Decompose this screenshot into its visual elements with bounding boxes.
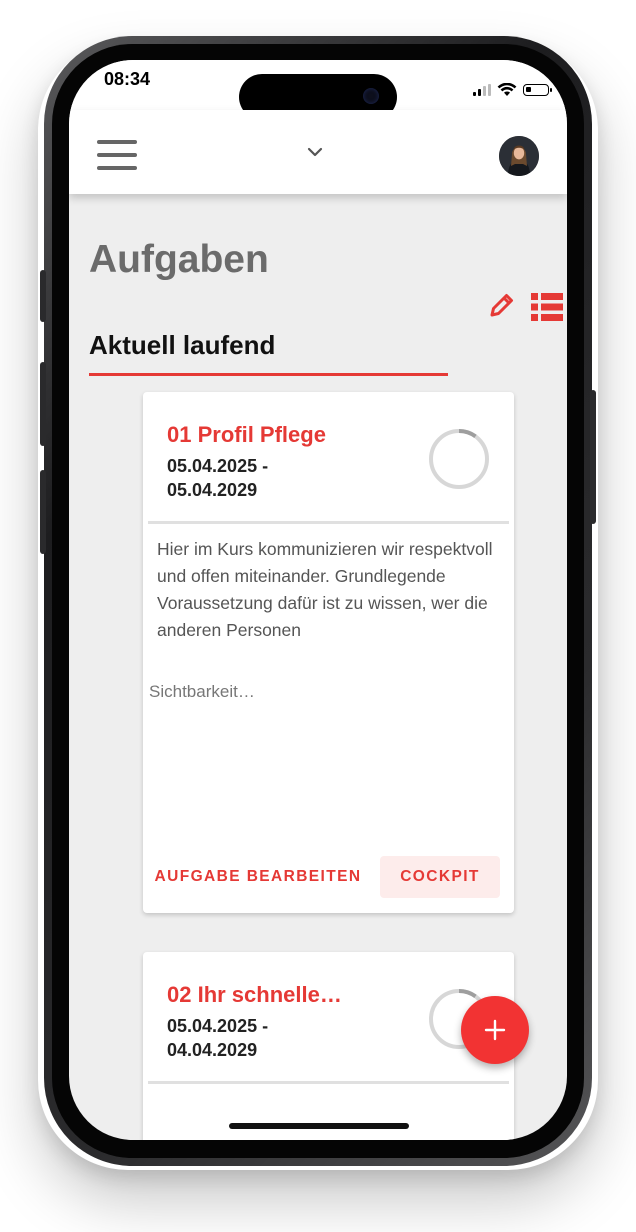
plus-icon bbox=[484, 1019, 506, 1041]
card-divider bbox=[148, 521, 509, 524]
add-task-button[interactable] bbox=[461, 996, 529, 1064]
task-title[interactable]: 02 Ihr schnelle… bbox=[167, 982, 342, 1008]
card-divider bbox=[148, 1081, 509, 1084]
progress-ring-icon bbox=[429, 429, 489, 489]
task-title[interactable]: 01 Profil Pflege bbox=[167, 422, 326, 448]
hamburger-menu-icon[interactable] bbox=[97, 140, 137, 170]
edit-task-button[interactable]: AUFGABE BEARBEITEN bbox=[149, 856, 367, 898]
device-volume-down-button bbox=[40, 470, 46, 554]
task-date-end: 04.04.2029 bbox=[167, 1040, 258, 1060]
user-avatar[interactable] bbox=[499, 136, 539, 176]
device-volume-up-button bbox=[40, 362, 46, 446]
task-card[interactable]: 01 Profil Pflege 05.04.2025 - 05.04.2029… bbox=[143, 392, 514, 913]
task-date-start: 05.04.2025 - bbox=[167, 1016, 269, 1036]
cockpit-button[interactable]: COCKPIT bbox=[380, 856, 500, 898]
pencil-icon[interactable] bbox=[487, 290, 517, 320]
device-action-button bbox=[40, 270, 46, 322]
device-power-button bbox=[590, 390, 596, 524]
task-card[interactable]: 02 Ihr schnelle… 05.04.2025 - 04.04.2029 bbox=[143, 952, 514, 1140]
status-icons bbox=[473, 82, 552, 98]
task-date-start: 05.04.2025 - bbox=[167, 456, 269, 476]
cellular-signal-icon bbox=[473, 84, 491, 96]
home-indicator bbox=[229, 1123, 409, 1129]
section-heading: Aktuell laufend bbox=[89, 330, 276, 360]
phone-screen: 08:34 Aufgaben Aktuell laufend 01 Profil… bbox=[69, 60, 567, 1140]
wifi-icon bbox=[497, 83, 517, 96]
front-camera bbox=[363, 88, 379, 104]
battery-level bbox=[526, 87, 531, 92]
battery-icon bbox=[523, 84, 552, 96]
section-underline bbox=[89, 373, 448, 376]
task-visibility: Sichtbarkeit… bbox=[149, 682, 255, 701]
app-bar bbox=[69, 110, 567, 194]
task-dates: 05.04.2025 - 05.04.2029 bbox=[167, 454, 268, 502]
chevron-down-icon[interactable] bbox=[307, 144, 323, 160]
task-dates: 05.04.2025 - 04.04.2029 bbox=[167, 1014, 268, 1062]
page-title: Aufgaben bbox=[89, 238, 269, 281]
task-date-end: 05.04.2029 bbox=[167, 480, 258, 500]
status-time: 08:34 bbox=[104, 69, 151, 89]
task-description: Hier im Kurs kommunizieren wir respektvo… bbox=[157, 539, 493, 640]
list-view-icon[interactable] bbox=[531, 292, 563, 322]
